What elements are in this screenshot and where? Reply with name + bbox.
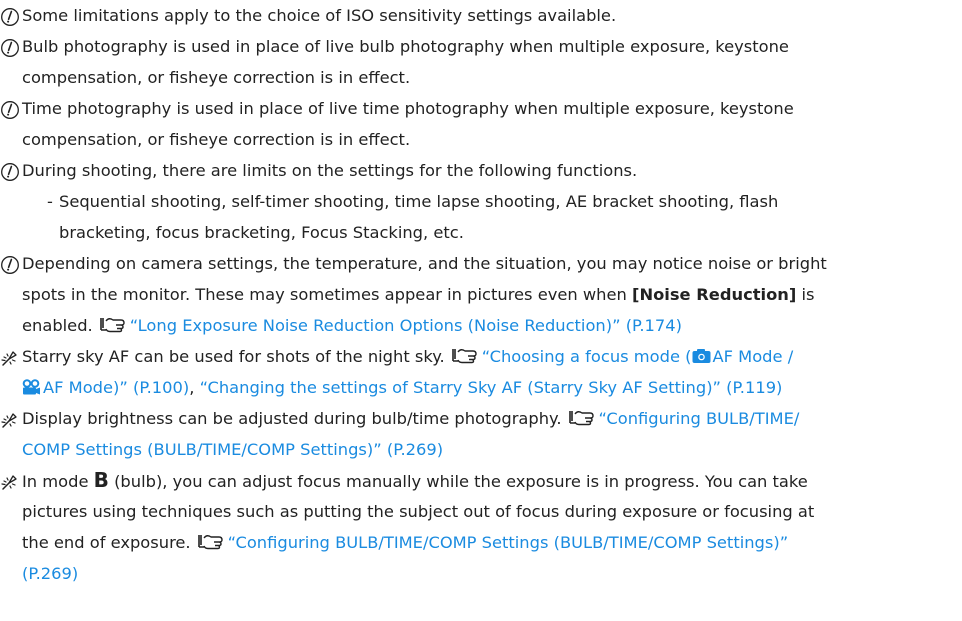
note-text: Bulb photography is used in place of liv… [22, 37, 789, 56]
page-reference-link[interactable]: “Configuring BULB/TIME/ [599, 409, 800, 428]
still-camera-icon [692, 348, 711, 364]
note-text: Some limitations apply to the choice of … [22, 6, 617, 25]
bullet-text: Sequential shooting, self-timer shooting… [59, 192, 779, 211]
tip-note: Starry sky AF can be used for shots of t… [0, 341, 962, 372]
tip-icon [0, 348, 20, 368]
caution-note: Bulb photography is used in place of liv… [0, 31, 962, 62]
note-text: Depending on camera settings, the temper… [22, 254, 827, 273]
sub-bullet-continuation: bracketing, focus bracketing, Focus Stac… [47, 217, 962, 248]
note-text: Starry sky AF can be used for shots of t… [22, 347, 445, 366]
note-continuation: compensation, or fisheye correction is i… [0, 62, 962, 93]
caution-icon [0, 100, 20, 120]
note-text: During shooting, there are limits on the… [22, 161, 638, 180]
note-text: In mode [22, 472, 94, 491]
manual-page: Some limitations apply to the choice of … [0, 0, 962, 621]
reference-icon [451, 346, 478, 364]
sub-bullet: - Sequential shooting, self-timer shootin… [47, 186, 962, 217]
note-continuation: (P.269) [0, 558, 962, 589]
note-continuation: compensation, or fisheye correction is i… [0, 124, 962, 155]
note-continuation: the end of exposure. “Configuring BULB/TI… [0, 527, 962, 558]
bullet-text: bracketing, focus bracketing, Focus Stac… [59, 223, 464, 242]
page-reference-link[interactable]: “Changing the settings of Starry Sky AF … [200, 378, 783, 397]
note-text: spots in the monitor. These may sometime… [22, 285, 633, 304]
note-text: compensation, or fisheye correction is i… [22, 68, 411, 87]
note-text: Display brightness can be adjusted durin… [22, 409, 562, 428]
note-continuation: COMP Settings (BULB/TIME/COMP Settings)”… [0, 434, 962, 465]
page-reference-link[interactable]: “Long Exposure Noise Reduction Options (… [130, 316, 682, 335]
note-continuation: spots in the monitor. These may sometime… [0, 279, 962, 310]
mode-b-label: B [93, 468, 109, 492]
note-text: compensation, or fisheye correction is i… [22, 130, 411, 149]
reference-icon [568, 408, 595, 426]
caution-note: Time photography is used in place of liv… [0, 93, 962, 124]
page-reference-link[interactable]: AF Mode)” (P.100) [22, 378, 189, 397]
tip-note: In mode B (bulb), you can adjust focus m… [0, 465, 962, 497]
note-text: is [796, 285, 815, 304]
note-text: the end of exposure. [22, 533, 191, 552]
tip-note: Display brightness can be adjusted durin… [0, 403, 962, 434]
reference-icon [197, 532, 224, 550]
tip-icon [0, 410, 20, 430]
note-text: Time photography is used in place of liv… [22, 99, 794, 118]
bullet-dash: - [47, 192, 53, 211]
reference-icon [99, 315, 126, 333]
note-text: pictures using techniques such as puttin… [22, 502, 815, 521]
caution-note: Some limitations apply to the choice of … [0, 0, 962, 31]
note-continuation: AF Mode)” (P.100), “Changing the setting… [0, 372, 962, 403]
page-reference-link[interactable]: COMP Settings (BULB/TIME/COMP Settings)”… [22, 440, 443, 459]
caution-icon [0, 162, 20, 182]
caution-icon [0, 7, 20, 27]
movie-camera-icon [22, 379, 41, 395]
page-reference-link[interactable]: “Choosing a focus mode (AF Mode / [482, 347, 793, 366]
note-text: (bulb), you can adjust focus manually wh… [108, 472, 808, 491]
caution-icon [0, 38, 20, 58]
caution-note: Depending on camera settings, the temper… [0, 248, 962, 279]
note-continuation: enabled. “Long Exposure Noise Reduction O… [0, 310, 962, 341]
note-continuation: pictures using techniques such as puttin… [0, 496, 962, 527]
caution-note: During shooting, there are limits on the… [0, 155, 962, 186]
page-reference-link[interactable]: (P.269) [22, 564, 78, 583]
tip-icon [0, 472, 20, 492]
note-text: enabled. [22, 316, 93, 335]
menu-item-reference: [Noise Reduction] [632, 285, 797, 304]
caution-icon [0, 255, 20, 275]
page-reference-link[interactable]: “Configuring BULB/TIME/COMP Settings (BU… [228, 533, 789, 552]
separator-text: , [189, 378, 200, 397]
